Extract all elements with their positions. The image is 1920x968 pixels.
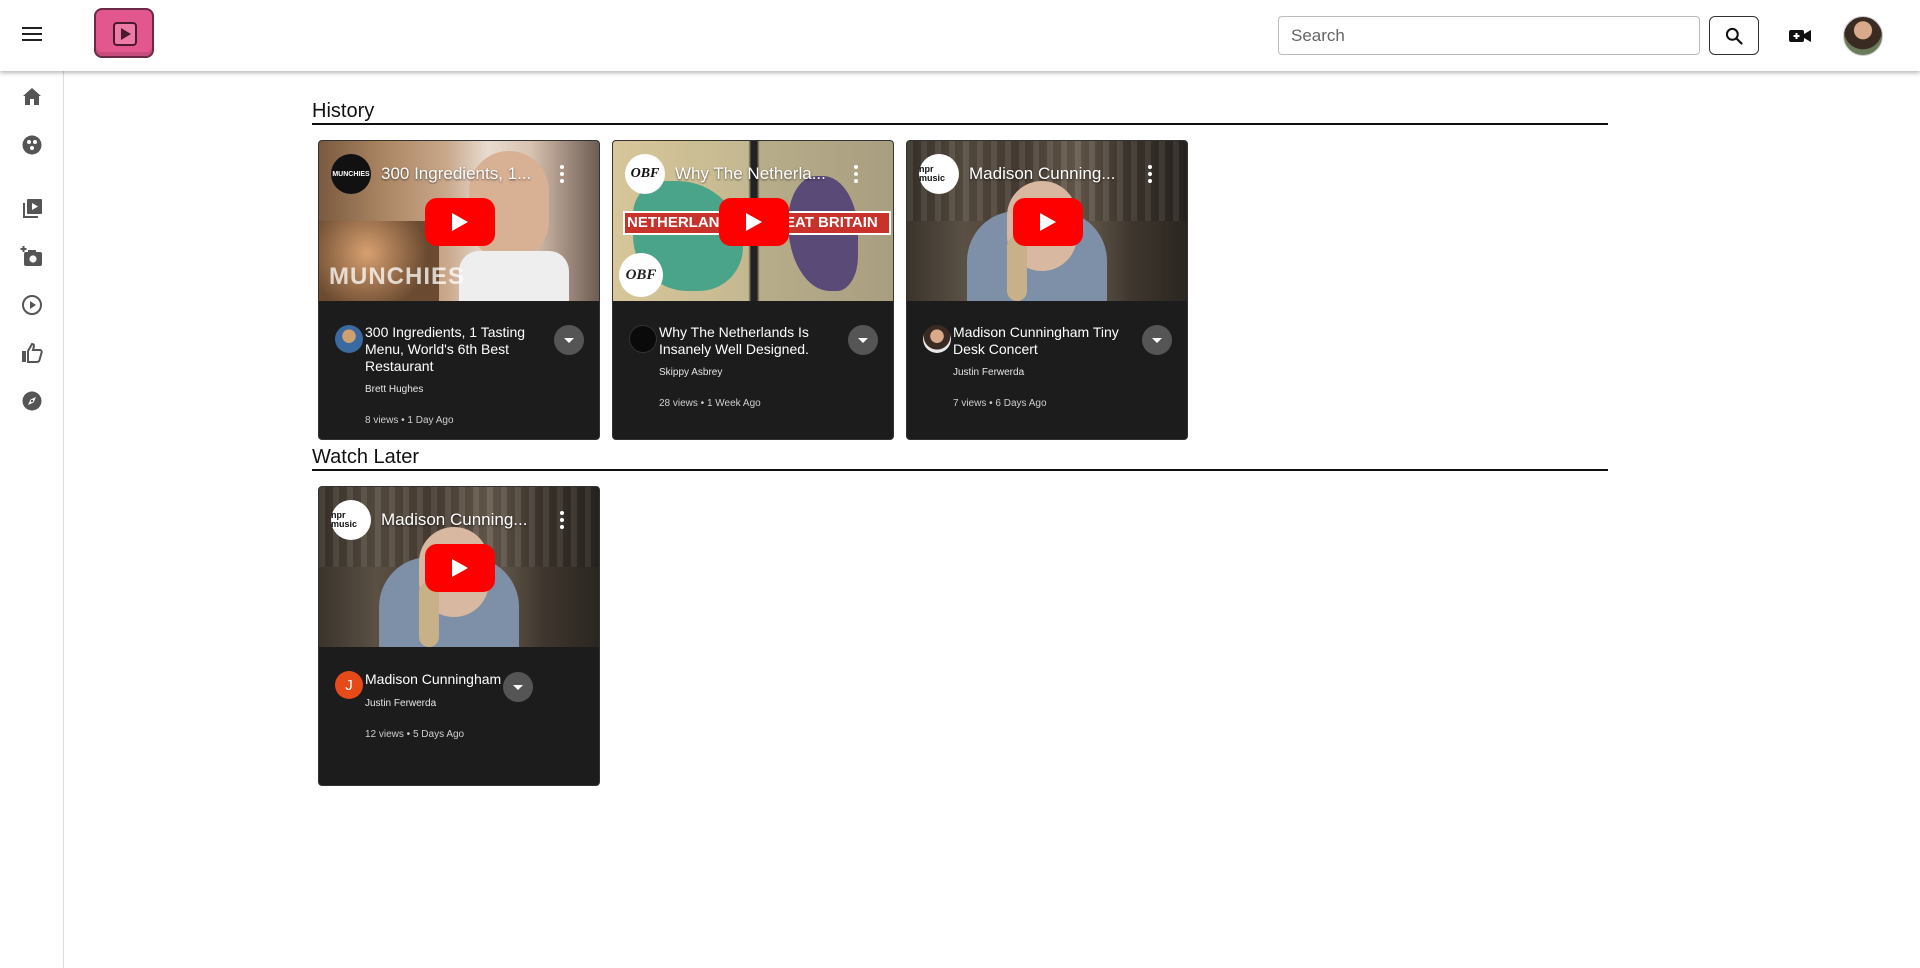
video-card[interactable]: npr music Madison Cunning... Madison Cun… xyxy=(906,140,1188,440)
search-button[interactable] xyxy=(1709,16,1759,55)
home-icon[interactable] xyxy=(20,85,44,109)
video-thumbnail[interactable]: npr music Madison Cunning... xyxy=(319,487,599,647)
thumbnail-overlay-text: EAT BRITAIN xyxy=(785,214,878,231)
channel-avatar[interactable] xyxy=(923,325,951,353)
add-photo-icon[interactable] xyxy=(20,245,44,269)
play-button[interactable] xyxy=(719,198,789,246)
thumbnail-title: Why The Netherla... xyxy=(675,164,826,183)
video-thumbnail[interactable]: MUNCHIES MUNCHIES 300 Ingredients, 1... xyxy=(319,141,599,301)
dropdown-button[interactable] xyxy=(554,325,584,355)
channel-logo: OBF xyxy=(625,154,665,194)
thumbnail-title: Madison Cunning... xyxy=(381,510,528,529)
explore-icon[interactable] xyxy=(20,389,44,413)
section-title-history: History xyxy=(312,100,375,122)
play-button[interactable] xyxy=(425,544,495,592)
video-stats: 7 views • 6 Days Ago xyxy=(953,398,1047,409)
top-bar xyxy=(0,0,1920,71)
dropdown-button[interactable] xyxy=(503,672,533,702)
section-divider xyxy=(312,469,1608,471)
channel-avatar[interactable] xyxy=(335,325,363,353)
channel-logo: npr music xyxy=(331,500,371,540)
thumbnail-overlay-text: NETHERLAN xyxy=(627,214,720,231)
video-card[interactable]: NETHERLAN EAT BRITAIN OBF OBF Why The Ne… xyxy=(612,140,894,440)
video-thumbnail[interactable]: NETHERLAN EAT BRITAIN OBF OBF Why The Ne… xyxy=(613,141,893,301)
thumbnail-title: Madison Cunning... xyxy=(969,164,1116,183)
video-card[interactable]: npr music Madison Cunning... J Madison C… xyxy=(318,486,600,786)
video-title[interactable]: Madison Cunningham xyxy=(365,671,505,688)
play-button[interactable] xyxy=(1013,198,1083,246)
thumbnail-title: 300 Ingredients, 1... xyxy=(381,164,532,183)
video-stats: 12 views • 5 Days Ago xyxy=(365,729,465,740)
channel-name[interactable]: Brett Hughes xyxy=(365,384,423,395)
channel-name[interactable]: Justin Ferwerda xyxy=(953,367,1024,378)
menu-icon[interactable] xyxy=(20,23,44,47)
more-options-icon[interactable] xyxy=(1147,165,1153,183)
video-title[interactable]: Madison Cunningham Tiny Desk Concert xyxy=(953,324,1133,358)
more-options-icon[interactable] xyxy=(559,165,565,183)
play-button[interactable] xyxy=(425,198,495,246)
section-divider xyxy=(312,123,1608,125)
video-title[interactable]: 300 Ingredients, 1 Tasting Menu, World's… xyxy=(365,324,545,375)
more-options-icon[interactable] xyxy=(559,511,565,529)
dropdown-button[interactable] xyxy=(1142,325,1172,355)
sidebar xyxy=(0,71,64,968)
user-avatar[interactable] xyxy=(1843,16,1883,56)
thumbnail-overlay-text: MUNCHIES xyxy=(329,263,466,290)
channel-avatar[interactable] xyxy=(629,325,657,353)
app-logo[interactable] xyxy=(94,8,154,58)
channel-name[interactable]: Skippy Asbrey xyxy=(659,367,722,378)
more-options-icon[interactable] xyxy=(853,165,859,183)
channel-logo: npr music xyxy=(919,154,959,194)
dropdown-button[interactable] xyxy=(848,325,878,355)
video-card[interactable]: MUNCHIES MUNCHIES 300 Ingredients, 1... … xyxy=(318,140,600,440)
thumb-up-icon[interactable] xyxy=(20,341,44,365)
search-input[interactable] xyxy=(1278,16,1700,55)
section-title-watch-later: Watch Later xyxy=(312,446,420,468)
channel-watermark: OBF xyxy=(619,253,663,297)
channel-logo: MUNCHIES xyxy=(331,154,371,194)
library-icon[interactable] xyxy=(20,197,44,221)
play-circle-icon[interactable] xyxy=(20,293,44,317)
video-camera-icon[interactable] xyxy=(1787,24,1813,48)
channel-name[interactable]: Justin Ferwerda xyxy=(365,698,436,709)
channel-avatar[interactable]: J xyxy=(335,671,363,699)
search-icon xyxy=(1725,27,1743,45)
video-stats: 28 views • 1 Week Ago xyxy=(659,398,761,409)
video-title[interactable]: Why The Netherlands Is Insanely Well Des… xyxy=(659,324,839,358)
video-thumbnail[interactable]: npr music Madison Cunning... xyxy=(907,141,1187,301)
video-stats: 8 views • 1 Day Ago xyxy=(365,415,454,426)
subscriptions-icon[interactable] xyxy=(20,133,44,157)
